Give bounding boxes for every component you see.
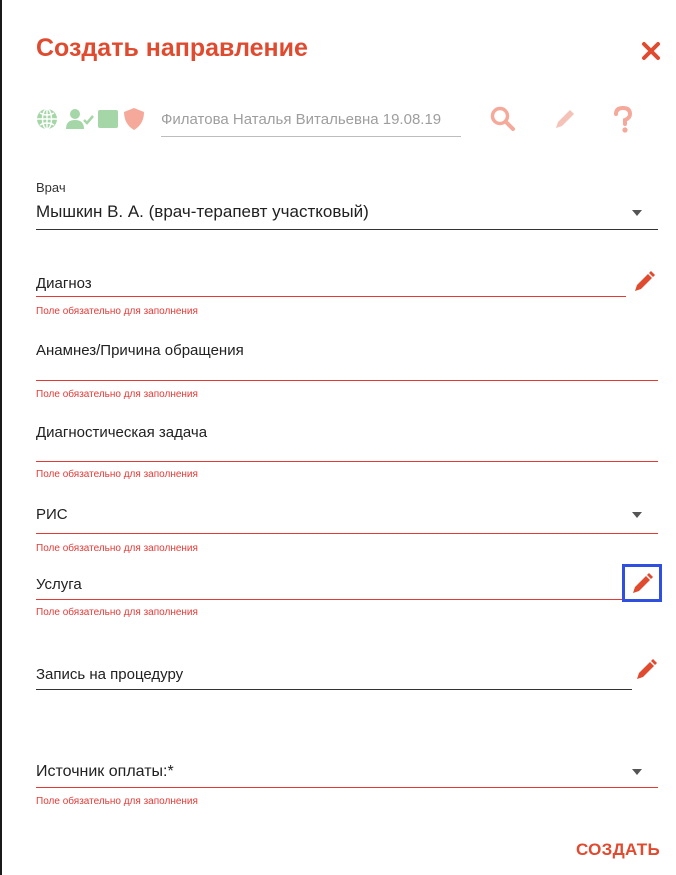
diagnostic-task-error: Поле обязательно для заполнения [36,469,198,480]
diagnosis-underline [36,296,626,297]
dialog-title: Создать направление [36,34,308,62]
search-icon[interactable] [490,106,516,132]
diagnosis-edit-icon[interactable] [632,270,656,294]
patient-search-input[interactable]: Филатова Наталья Витальевна 19.08.19 [161,104,461,137]
create-button[interactable]: СОЗДАТЬ [576,840,660,860]
anamnesis-underline [36,380,658,381]
chevron-down-icon[interactable] [632,210,642,216]
procedure-edit-icon[interactable] [634,658,658,682]
create-referral-dialog: Создать направление Филатова Наталья Вит… [0,0,674,875]
help-icon[interactable] [612,106,634,134]
anamnesis-field[interactable]: Анамнез/Причина обращения [36,342,244,359]
diagnostic-task-field[interactable]: Диагностическая задача [36,424,207,441]
patient-bar: Филатова Наталья Витальевна 19.08.19 [36,104,646,140]
doctor-select[interactable]: Мышкин В. А. (врач-терапевт участковый) [36,202,369,222]
diagnosis-field[interactable]: Диагноз [36,275,92,292]
service-underline [36,599,626,600]
close-icon[interactable] [640,40,662,62]
procedure-booking-field[interactable]: Запись на процедуру [36,666,183,683]
user-check-icon [66,109,94,129]
shield-icon [124,108,144,130]
ris-error: Поле обязательно для заполнения [36,543,198,554]
anamnesis-error: Поле обязательно для заполнения [36,389,198,400]
payment-source-select[interactable]: Источник оплаты:* [36,763,174,781]
payment-error: Поле обязательно для заполнения [36,796,198,807]
card-icon [98,110,118,128]
ris-underline [36,533,658,534]
doctor-label: Врач [36,180,66,195]
procedure-underline [36,689,632,690]
service-edit-icon[interactable] [630,572,654,596]
service-error: Поле обязательно для заполнения [36,607,198,618]
service-field[interactable]: Услуга [36,576,82,593]
diagnostic-task-underline [36,461,658,462]
globe-icon [37,108,57,130]
ris-select[interactable]: РИС [36,506,68,523]
pencil-icon[interactable] [552,106,578,132]
doctor-underline [36,229,658,230]
ris-chevron-down-icon[interactable] [632,512,642,518]
payment-chevron-down-icon[interactable] [632,769,642,775]
diagnosis-error: Поле обязательно для заполнения [36,306,198,317]
payment-underline [36,787,658,788]
